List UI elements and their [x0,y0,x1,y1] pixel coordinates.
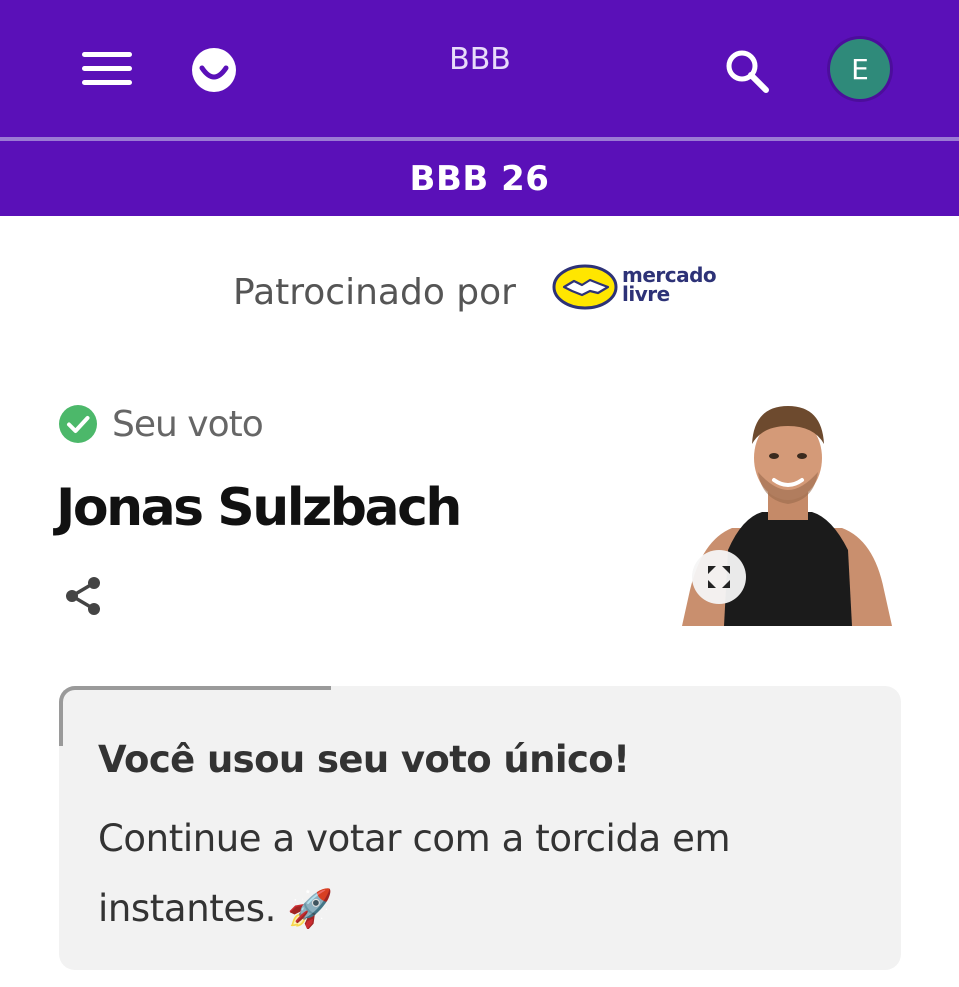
mercado-livre-wordmark: mercado livre [622,265,717,306]
mercado-livre-line2: livre [622,282,670,306]
page-title: BBB [449,42,511,77]
vote-status-text: Seu voto [112,403,264,445]
notice-progress-accent [59,686,331,746]
notice-title: Você usou seu voto único! [98,738,630,781]
vote-status: Seu voto [58,402,264,446]
section-bar: BBB 26 [0,141,959,216]
expand-icon [708,566,730,588]
check-circle-icon [59,405,97,443]
expand-photo-button[interactable] [692,550,746,604]
globo-logo[interactable] [190,46,238,94]
search-icon[interactable] [720,44,774,98]
share-icon[interactable] [62,574,106,618]
sponsor-label: Patrocinado por [233,272,516,313]
candidate-name: Jonas Sulzbach [56,478,462,538]
app-header: BBB E [0,0,959,137]
notice-body: Continue a votar com a torcida em instan… [98,817,731,930]
section-title: BBB 26 [409,158,550,199]
user-avatar[interactable]: E [830,39,890,99]
menu-icon[interactable] [80,44,136,90]
mercado-livre-logo[interactable] [552,263,622,311]
